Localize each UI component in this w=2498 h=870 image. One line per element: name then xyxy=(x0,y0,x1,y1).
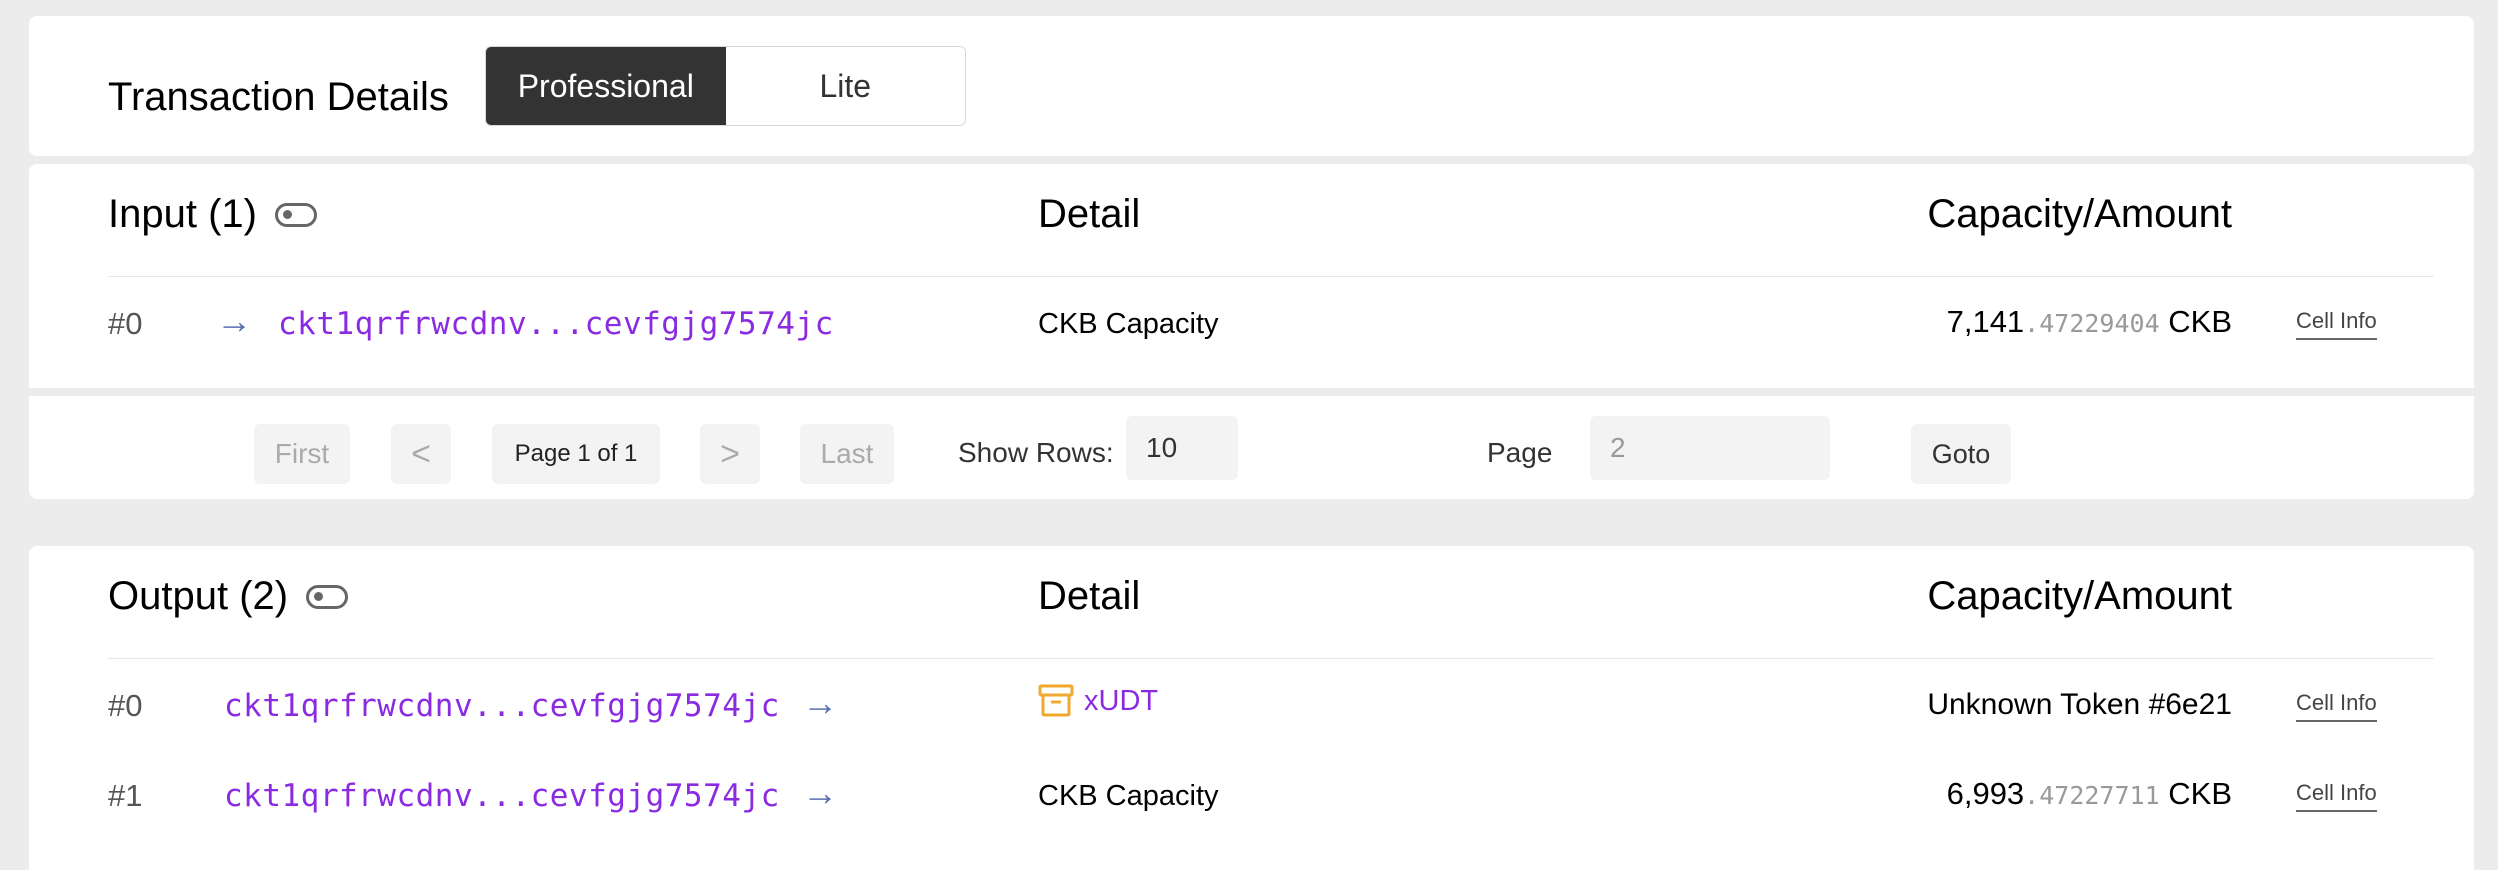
input-title-text: Input (1) xyxy=(108,192,257,236)
goto-button[interactable]: Goto xyxy=(1911,424,2011,484)
input-amount-header: Capacity/Amount xyxy=(1927,192,2232,236)
box-icon xyxy=(1038,684,1074,717)
output-card: Output (2) Detail Capacity/Amount #0 ckt… xyxy=(29,546,2474,870)
output-row-index: #0 xyxy=(108,688,143,723)
page-label: Page xyxy=(1487,437,1553,468)
amount-decimal: .47229404 xyxy=(2024,309,2160,338)
cell-info-button[interactable]: Cell Info xyxy=(2296,780,2377,812)
first-page-button[interactable]: First xyxy=(254,424,350,484)
output-amount: Unknown Token #6e21 xyxy=(1927,688,2232,721)
show-rows-label: Show Rows: xyxy=(958,437,1114,468)
output-title: Output (2) xyxy=(108,574,349,619)
last-page-button[interactable]: Last xyxy=(800,424,894,484)
output-detail: CKB Capacity xyxy=(1038,780,1219,812)
show-rows-input[interactable] xyxy=(1126,416,1238,480)
arrow-right-icon[interactable]: → xyxy=(802,682,838,724)
divider xyxy=(108,276,2434,277)
input-detail-header: Detail xyxy=(1038,192,1141,236)
mode-toggle: Professional Lite xyxy=(485,46,966,126)
output-address-link[interactable]: ckt1qrfrwcdnv...cevfgjg7574jc xyxy=(224,688,780,724)
amount-unit: CKB xyxy=(2159,304,2232,339)
mode-professional-button[interactable]: Professional xyxy=(486,47,726,125)
output-row-index: #1 xyxy=(108,778,143,813)
cell-info-button[interactable]: Cell Info xyxy=(2296,690,2377,722)
toggle-icon[interactable] xyxy=(306,584,349,609)
arrow-right-icon[interactable]: → xyxy=(216,300,252,342)
toggle-icon[interactable] xyxy=(274,202,317,227)
output-address-link[interactable]: ckt1qrfrwcdnv...cevfgjg7574jc xyxy=(224,778,780,814)
input-title: Input (1) xyxy=(108,192,317,237)
page-of-indicator: Page 1 of 1 xyxy=(492,424,660,484)
input-card: Input (1) Detail Capacity/Amount #0 → ck… xyxy=(29,164,2474,499)
arrow-right-icon[interactable]: → xyxy=(802,772,838,814)
transaction-header-card: Transaction Details Professional Lite xyxy=(29,16,2474,156)
mode-lite-button[interactable]: Lite xyxy=(726,47,966,125)
page-title: Transaction Details xyxy=(108,75,449,119)
input-address-link[interactable]: ckt1qrfrwcdnv...cevfgjg7574jc xyxy=(278,306,834,342)
next-page-button[interactable]: > xyxy=(700,424,760,484)
xudt-link[interactable]: xUDT xyxy=(1038,684,1158,718)
output-title-text: Output (2) xyxy=(108,574,289,618)
prev-page-button[interactable]: < xyxy=(391,424,451,484)
output-amount-header: Capacity/Amount xyxy=(1927,574,2232,618)
amount-decimal: .47227711 xyxy=(2024,781,2160,810)
input-detail: CKB Capacity xyxy=(1038,308,1219,340)
amount-integer: 7,141 xyxy=(1946,304,2025,339)
xudt-label: xUDT xyxy=(1084,684,1159,717)
input-row-index: #0 xyxy=(108,306,143,341)
divider xyxy=(108,658,2434,659)
output-amount: 6,993.47227711 CKB xyxy=(1947,776,2232,812)
pager-separator xyxy=(29,388,2474,396)
amount-integer: 6,993 xyxy=(1946,776,2025,811)
output-detail-header: Detail xyxy=(1038,574,1141,618)
amount-unit: CKB xyxy=(2159,776,2232,811)
page-number-input[interactable] xyxy=(1590,416,1830,480)
input-amount: 7,141.47229404 CKB xyxy=(1947,304,2232,340)
cell-info-button[interactable]: Cell Info xyxy=(2296,308,2377,340)
